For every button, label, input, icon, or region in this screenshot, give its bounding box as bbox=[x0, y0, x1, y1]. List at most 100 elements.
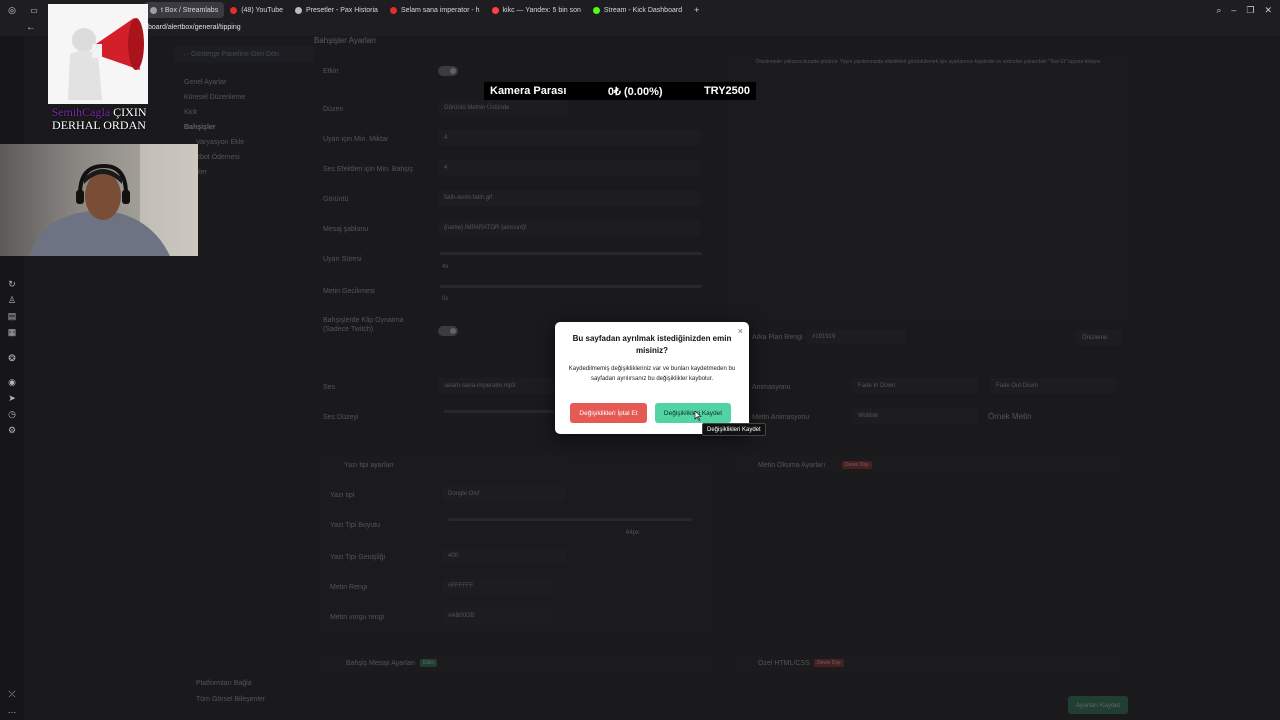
animation-out-select[interactable]: Fade Out Down bbox=[990, 378, 1116, 394]
search-icon[interactable]: ⌕ bbox=[1216, 5, 1221, 16]
volume-slider[interactable] bbox=[444, 410, 554, 413]
sidebar-toggle-icon[interactable]: ▭ bbox=[24, 6, 44, 15]
tab-label: Selam sana imperator - h bbox=[400, 6, 480, 14]
save-settings-button[interactable]: Ayarları Kaydet bbox=[1068, 696, 1128, 714]
tab-streamlabs[interactable]: t Box / Streamlabs bbox=[144, 2, 225, 18]
layout-label: Düzen bbox=[323, 106, 344, 113]
tab-pax-historia[interactable]: Presetler - Pax Historia bbox=[289, 2, 384, 18]
send-icon[interactable]: ➤ bbox=[6, 392, 18, 404]
tab-yandex[interactable]: kikc — Yandex: 5 bin son bbox=[486, 2, 587, 18]
highlight-color-input[interactable]: #AB00DB bbox=[442, 608, 552, 624]
alert-duration-value: 4s bbox=[442, 264, 449, 270]
tab-label: kikc — Yandex: 5 bin son bbox=[502, 6, 581, 14]
enabled-label: Etkin bbox=[323, 68, 339, 75]
tip-message-section-title: Bahşiş Mesajı Ayarları bbox=[346, 660, 416, 667]
font-select[interactable]: Dongle Olsf bbox=[442, 486, 566, 502]
tab-youtube[interactable]: (48) YouTube bbox=[224, 2, 289, 18]
font-weight-select[interactable]: 400 bbox=[442, 548, 566, 564]
clip-play-toggle[interactable] bbox=[438, 326, 458, 336]
animation-in-select[interactable]: Fade In Down bbox=[852, 378, 978, 394]
youtube-favicon-icon bbox=[230, 6, 238, 14]
custom-css-section-title: Özel HTML/CSS bbox=[758, 660, 810, 667]
sound-file-field[interactable]: selam-sana-imperator.mp3 bbox=[438, 378, 558, 394]
sidebar-item-kick[interactable]: Kick bbox=[174, 105, 314, 120]
highlight-color-label: Metin vurgu rengi bbox=[330, 614, 385, 621]
enabled-toggle[interactable] bbox=[438, 66, 458, 76]
text-delay-label: Metin Gecikmesi bbox=[323, 288, 375, 295]
text-animation-label: Metin Animasyonu bbox=[752, 414, 810, 421]
volume-label: Ses Düzeyi bbox=[323, 414, 359, 421]
font-weight-label: Yazı Tipi Genişliği bbox=[330, 554, 386, 561]
messenger-icon[interactable]: ▦ bbox=[6, 326, 18, 338]
maximize-icon[interactable]: ❐ bbox=[1246, 5, 1254, 16]
note-icon[interactable]: ▤ bbox=[6, 310, 18, 322]
speech-status-badge: Devre Dışı bbox=[842, 461, 872, 469]
all-widgets-link[interactable]: Tüm Görsel Bileşenler bbox=[196, 696, 265, 703]
min-amount-input[interactable]: 4 bbox=[438, 130, 700, 146]
connect-platforms-link[interactable]: Platformları Bağla bbox=[196, 680, 252, 687]
message-template-input[interactable]: {name} İMPARATOR {amount}! bbox=[438, 220, 700, 236]
text-animation-select[interactable]: Wobble bbox=[852, 408, 978, 424]
new-tab-button[interactable]: + bbox=[694, 5, 699, 15]
preview-panel: Önizlemeler yalnızca burada görünür. Yay… bbox=[728, 56, 1128, 320]
yandex-favicon-icon bbox=[491, 6, 499, 14]
megaphone-figure-icon bbox=[48, 4, 148, 104]
sidebar-item-tips[interactable]: Bahşişler bbox=[174, 120, 314, 135]
megaphone-overlay-image bbox=[48, 4, 148, 104]
min-sound-input[interactable]: 4 bbox=[438, 160, 700, 176]
font-section-title: Yazı tipi ayarları bbox=[344, 462, 394, 469]
close-icon[interactable]: ✕ bbox=[1264, 5, 1272, 16]
chatgpt-icon[interactable]: ❂ bbox=[6, 352, 18, 364]
refresh-icon[interactable]: ↻ bbox=[6, 278, 18, 290]
webcam-person-image bbox=[30, 144, 198, 256]
message-template-label: Mesaj şablonu bbox=[323, 226, 369, 233]
sidebar-item-global[interactable]: Küresel Düzenleme bbox=[174, 90, 314, 105]
youtube-favicon-icon bbox=[389, 6, 397, 14]
tab-kick[interactable]: Stream - Kick Dashboard bbox=[587, 2, 688, 18]
tab-label: Stream - Kick Dashboard bbox=[603, 6, 683, 14]
screen: ◎ ▭ t Box / Streamlabs (48) YouTube Pres… bbox=[0, 0, 1280, 720]
more-icon[interactable]: … bbox=[6, 704, 18, 716]
dialog-message: Kaydedilmemiş değişiklikleriniz var ve b… bbox=[568, 366, 736, 382]
browser-side-rail: ↻ ♙ ▤ ▦ ❂ ◉ ➤ ◷ ⚙ ⤫ … bbox=[0, 36, 24, 720]
speech-section-title: Metin Okuma Ayarları bbox=[758, 462, 826, 469]
sidebar-item-general[interactable]: Genel Ayarlar bbox=[174, 75, 314, 90]
clock-icon[interactable]: ◷ bbox=[6, 408, 18, 420]
animation-label: Animasyonu bbox=[752, 384, 791, 391]
custom-css-panel[interactable]: Özel HTML/CSS Devre Dışı bbox=[730, 652, 1122, 676]
sample-text: Örnek Metin bbox=[988, 412, 1032, 421]
tip-message-status-badge: Etkin bbox=[420, 659, 438, 667]
tab-label: Presetler - Pax Historia bbox=[305, 6, 378, 14]
unsaved-changes-dialog: × Bu sayfadan ayrılmak istediğinizden em… bbox=[555, 322, 749, 434]
save-changes-tooltip: Değişiklikleri Kaydet bbox=[702, 423, 766, 436]
back-arrow-icon[interactable]: ← bbox=[26, 22, 36, 33]
speech-settings-panel[interactable]: Metin Okuma Ayarları Devre Dışı bbox=[730, 454, 1122, 478]
clip-play-label: Bahşişlerde Klip Oynatma (Sadece Twitch) bbox=[323, 317, 404, 333]
text-delay-slider[interactable] bbox=[440, 285, 702, 288]
tab-label: t Box / Streamlabs bbox=[161, 6, 219, 14]
layout-select[interactable]: Görüntü Metnin Üstünde bbox=[438, 100, 568, 116]
close-panel-icon[interactable]: ⤫ bbox=[6, 688, 18, 700]
bg-color-input[interactable]: #191919 bbox=[806, 330, 906, 344]
text-color-input[interactable]: #FFFFFF bbox=[442, 578, 552, 594]
overlay-caption-nick: SemihCagla bbox=[51, 105, 111, 119]
browser-logo-icon[interactable]: ◎ bbox=[0, 5, 24, 16]
image-file-field[interactable]: fatih-terim-fatih.gif bbox=[438, 190, 700, 206]
donation-goal-target: TRY2500 bbox=[703, 85, 750, 97]
user-icon[interactable]: ♙ bbox=[6, 294, 18, 306]
font-size-slider[interactable] bbox=[448, 518, 692, 521]
tip-message-panel[interactable]: Bahşiş Mesajı Ayarları Etkin bbox=[320, 652, 714, 676]
url-text[interactable]: board/alertbox/general/tipping bbox=[148, 24, 241, 31]
dialog-close-icon[interactable]: × bbox=[738, 326, 743, 336]
settings-icon[interactable]: ⚙ bbox=[6, 424, 18, 436]
alert-duration-slider[interactable] bbox=[440, 252, 702, 255]
discard-changes-button[interactable]: Değişiklikleri İptal Et bbox=[570, 403, 647, 423]
sound-label: Ses bbox=[323, 384, 336, 391]
save-changes-button[interactable]: Değişiklikleri Kaydet bbox=[655, 403, 731, 423]
whatsapp-icon[interactable]: ◉ bbox=[6, 376, 18, 388]
minimize-icon[interactable]: – bbox=[1231, 5, 1236, 15]
back-to-dashboard-link[interactable]: ← Gösterge Paneline Geri Dön bbox=[174, 46, 314, 63]
tab-selam[interactable]: Selam sana imperator - h bbox=[384, 2, 486, 18]
font-size-label: Yazı Tipi Boyutu bbox=[330, 522, 381, 529]
preview-button[interactable]: Önizleme bbox=[1076, 330, 1122, 346]
